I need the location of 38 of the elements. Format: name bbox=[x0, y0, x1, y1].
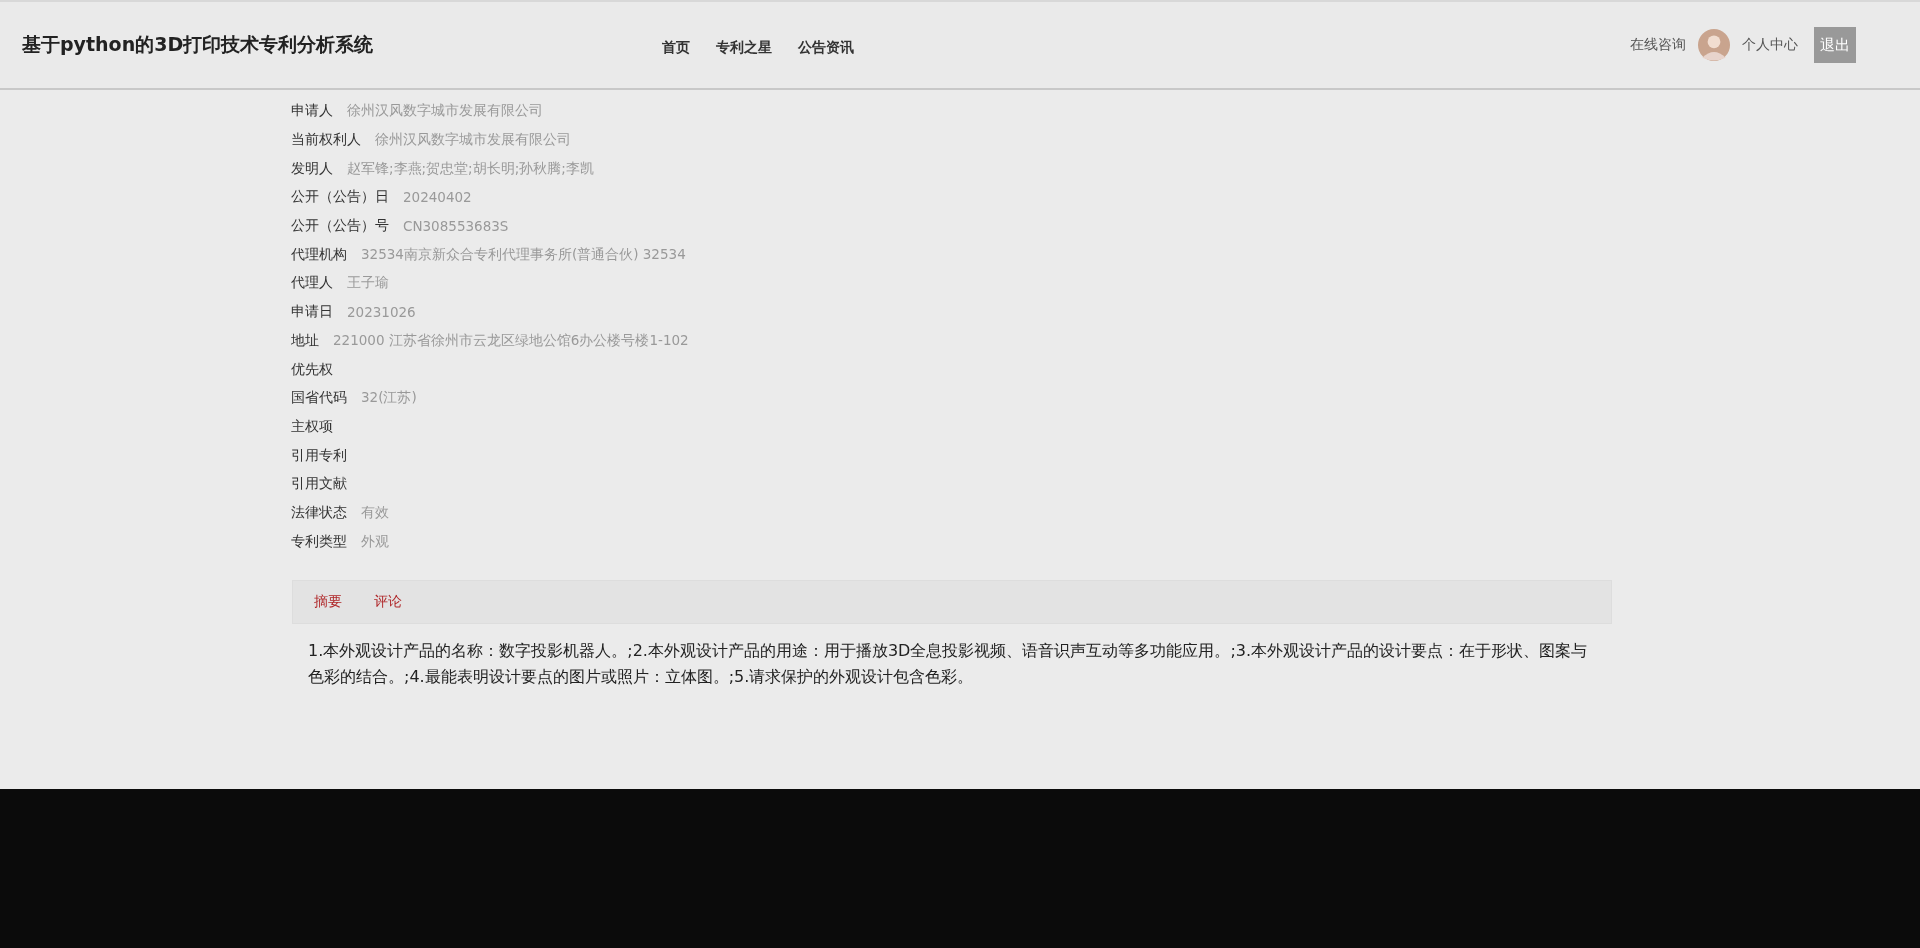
field-label: 主权项 bbox=[291, 417, 333, 436]
field-value: CN308553683S bbox=[403, 218, 509, 235]
field-value: 221000 江苏省徐州市云龙区绿地公馆6办公楼号楼1-102 bbox=[333, 331, 689, 350]
field-label: 申请日 bbox=[291, 303, 333, 322]
nav-link[interactable]: 公告资讯 bbox=[798, 39, 854, 57]
field-value: 徐州汉风数字城市发展有限公司 bbox=[347, 102, 543, 121]
field-label: 公开（公告）号 bbox=[291, 217, 389, 236]
field-value: 32(江苏) bbox=[361, 389, 417, 408]
field-label: 引用专利 bbox=[291, 446, 347, 465]
field-label: 代理机构 bbox=[291, 245, 347, 264]
field-label: 优先权 bbox=[291, 360, 333, 379]
field-value: 徐州汉风数字城市发展有限公司 bbox=[375, 131, 571, 150]
field-value: 32534南京新众合专利代理事务所(普通合伙) 32534 bbox=[361, 245, 686, 264]
field-value: 20231026 bbox=[347, 304, 416, 321]
field-label: 专利类型 bbox=[291, 532, 347, 551]
user-center-link[interactable]: 个人中心 bbox=[1742, 36, 1798, 54]
field-value: 有效 bbox=[361, 503, 389, 522]
tab[interactable]: 评论 bbox=[374, 593, 402, 611]
avatar-icon[interactable] bbox=[1698, 29, 1730, 61]
field-label: 发明人 bbox=[291, 159, 333, 178]
field-label: 地址 bbox=[291, 331, 319, 350]
nav-link[interactable]: 专利之星 bbox=[716, 39, 772, 57]
field-label: 当前权利人 bbox=[291, 131, 361, 150]
consult-link[interactable]: 在线咨询 bbox=[1630, 36, 1686, 54]
field-label: 代理人 bbox=[291, 274, 333, 293]
field-label: 申请人 bbox=[291, 102, 333, 121]
field-value: 外观 bbox=[361, 532, 389, 551]
field-label: 引用文献 bbox=[291, 475, 347, 494]
field-value: 20240402 bbox=[403, 189, 472, 206]
field-label: 法律状态 bbox=[291, 503, 347, 522]
nav-link[interactable]: 首页 bbox=[662, 39, 690, 57]
site-title: 基于python的3D打印技术专利分析系统 bbox=[22, 32, 375, 57]
field-label: 国省代码 bbox=[291, 389, 347, 408]
field-value: 王子瑜 bbox=[347, 274, 389, 293]
field-label: 公开（公告）日 bbox=[291, 188, 389, 207]
tab[interactable]: 摘要 bbox=[314, 593, 342, 611]
field-value: 赵军锋;李燕;贺忠堂;胡长明;孙秋腾;李凯 bbox=[347, 159, 594, 178]
abstract-text: 1.本外观设计产品的名称：数字投影机器人。;2.本外观设计产品的用途：用于播放3D全息投影视频、语音识声互动等多功能应用。;3.本外观设计产品的设计要点：在于形状、图案与色彩的结合。;4.最能表明设计要点的图片或照片：立体图。;5.请求保护的外观设计包含色彩。 bbox=[308, 640, 1589, 688]
